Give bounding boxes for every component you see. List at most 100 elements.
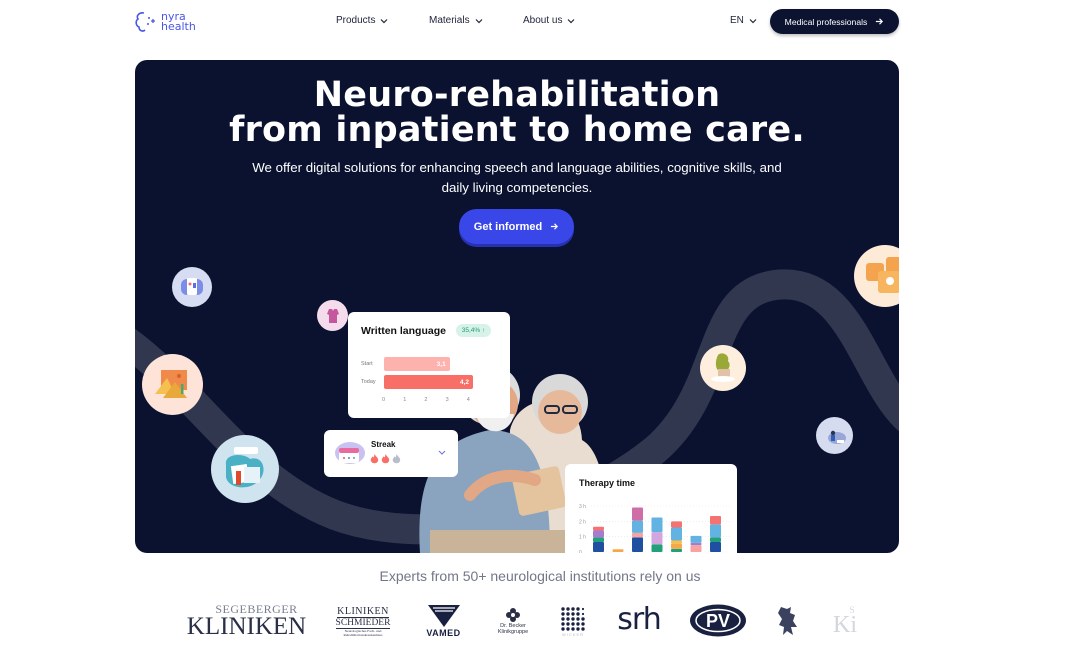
logo-line3: Neurologisches Fach- und Rehabilitations… <box>343 628 383 637</box>
bar-segment-magenta <box>632 507 643 521</box>
photo-gallery-illustration-icon <box>211 435 279 503</box>
tree-illustration-icon <box>700 345 746 391</box>
bar-segment-green <box>710 537 721 543</box>
card-title: Written language <box>361 325 446 337</box>
logo-line1: PV <box>706 611 730 631</box>
progress-badge: 35,4% ↑ <box>456 324 491 337</box>
chevron-down-icon <box>568 18 575 23</box>
partner-logo-lion-crest <box>773 604 803 638</box>
bar-segment-navy <box>710 542 721 552</box>
logo-line1: srh <box>617 602 661 637</box>
bar-segment-navy <box>632 537 643 552</box>
x-tick-label: 2 <box>424 397 428 403</box>
x-tick-label: 3 <box>445 397 449 403</box>
nav-item-products[interactable]: Products <box>336 15 388 26</box>
get-informed-label: Get informed <box>473 220 543 233</box>
arrow-right-icon <box>551 223 559 230</box>
wicker-dot <box>576 621 580 626</box>
shirt-illustration-icon <box>317 300 348 331</box>
hero-title-line2: from inpatient to home care. <box>229 110 805 150</box>
streak-card[interactable]: Streak <box>324 430 458 477</box>
medical-professionals-button[interactable]: Medical professionals <box>770 9 899 34</box>
nav-item-materials[interactable]: Materials <box>429 15 483 26</box>
top-navigation: nyra health Products Materials About us … <box>0 0 1080 44</box>
nav-item-label: Products <box>336 15 376 26</box>
brain-logo-icon <box>135 12 155 32</box>
bar-today: 4,2 <box>384 375 474 389</box>
bar-segment-orange <box>612 549 624 552</box>
partner-logo-pv: PV <box>689 604 747 637</box>
get-informed-button[interactable]: Get informed <box>459 209 574 244</box>
nav-item-label: Materials <box>429 15 470 26</box>
nav-item-about-us[interactable]: About us <box>523 15 575 26</box>
wicker-dot <box>581 607 585 610</box>
wicker-dot <box>576 616 580 621</box>
person-reading-icon <box>816 417 853 454</box>
pv-oval-icon: PV <box>690 604 746 637</box>
logo-line2: health <box>161 20 196 33</box>
bar-segment-blue <box>690 535 702 543</box>
wicker-dot <box>561 616 565 621</box>
bar-segment-purple <box>690 542 702 546</box>
written-language-card: Written language 35,4% ↑ Start 3,1 Today 4,… <box>348 312 510 418</box>
wicker-dot <box>566 611 570 616</box>
bar-segment-purple <box>593 530 604 538</box>
desert-picture-icon <box>142 354 203 415</box>
wicker-dot <box>571 626 575 631</box>
wicker-dot <box>561 606 565 611</box>
logo-line1: WICKER <box>562 631 584 637</box>
bar-start: 3,1 <box>384 357 450 371</box>
logo-wordmark: nyra health <box>161 11 196 33</box>
wicker-dot <box>571 606 575 611</box>
bar-segment-orange <box>671 543 682 549</box>
language-selector[interactable]: EN <box>730 15 757 26</box>
partner-logo-segeberger-partial: S Ki <box>830 602 860 638</box>
bar-segment-blue <box>671 527 682 541</box>
bar-label: Start <box>361 361 373 367</box>
bar-segment-salmon <box>593 526 604 531</box>
wicker-dot <box>576 626 580 631</box>
bar-segment-yellow <box>671 540 682 544</box>
y-tick-label: 3 h <box>579 504 586 510</box>
partner-logo-segeberger-kliniken: SEGEBERGER KLINIKEN <box>186 602 307 640</box>
partner-logo-wicker: WICKER <box>558 603 588 639</box>
x-tick-label: 0 <box>382 397 386 403</box>
chevron-down-icon[interactable] <box>438 450 446 456</box>
hero-subtitle: We offer digital solutions for enhancing… <box>135 158 899 198</box>
wicker-dot <box>561 626 565 631</box>
partner-logo-kliniken-schmieder: KLINIKEN SCHMIEDER Neurologisches Fach- … <box>332 601 394 641</box>
wicker-dot <box>571 616 575 621</box>
wicker-dot <box>566 621 570 626</box>
bar-segment-green <box>593 537 604 543</box>
bar-segment-salmon <box>710 515 721 525</box>
bar-segment-green <box>651 544 663 552</box>
wicker-dot <box>571 621 575 626</box>
hero-section: Neuro-rehabilitation from inpatient to h… <box>135 60 899 553</box>
wicker-dot <box>581 626 585 631</box>
nav-item-label: About us <box>523 15 563 26</box>
experts-tagline: Experts from 50+ neurological institutio… <box>379 568 701 584</box>
wicker-dot <box>576 606 580 611</box>
wicker-dots-icon <box>561 606 585 631</box>
streak-flames <box>370 454 401 464</box>
logo-line2: SCHMIEDER <box>335 617 391 629</box>
nyra-health-logo[interactable]: nyra health <box>134 10 196 34</box>
bar-segment-blue <box>632 520 643 533</box>
logo-line1: VAMED <box>426 628 461 638</box>
bar-segment-pink <box>632 532 643 538</box>
hero-title-line1: Neuro-rehabilitation <box>313 75 721 115</box>
logo-line2: KLINIKEN <box>186 612 307 640</box>
arrow-right-icon <box>876 18 884 25</box>
flame-active-icon <box>370 454 379 464</box>
calendar-illustration-icon <box>335 442 365 464</box>
bar-segment-salmon <box>671 521 682 528</box>
chevron-down-icon <box>475 18 483 23</box>
flame-active-icon <box>381 454 390 464</box>
bar-label: Today <box>361 379 376 385</box>
wicker-dot <box>566 606 570 611</box>
wicker-dot <box>566 626 570 631</box>
wicker-dot <box>566 616 570 621</box>
bar-segment-lilac <box>651 532 663 545</box>
bar-segment-blue <box>710 524 721 538</box>
partner-logo-vamed: VAMED <box>421 601 466 641</box>
